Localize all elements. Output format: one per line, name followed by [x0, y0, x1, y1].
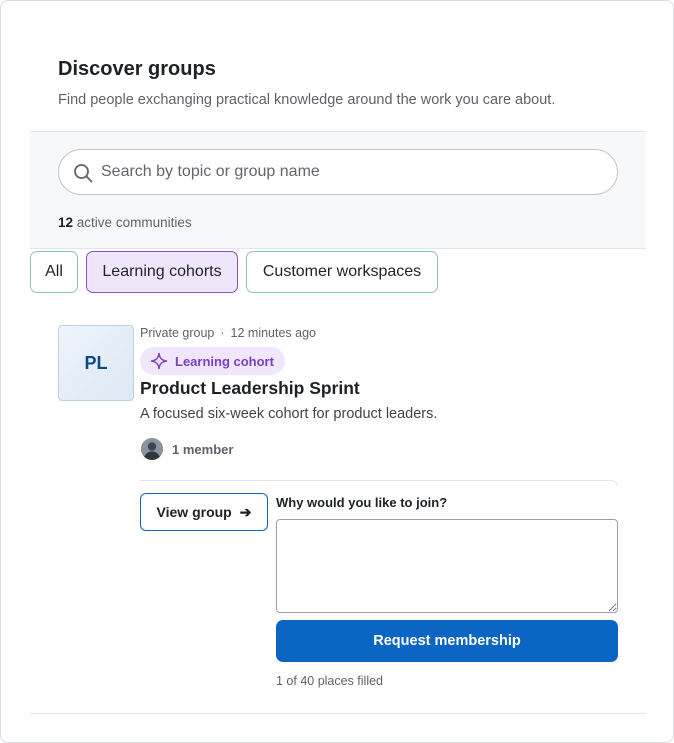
sparkle-icon: [150, 352, 168, 370]
group-type-label: Learning cohort: [175, 353, 274, 369]
filter-chip-all[interactable]: All: [30, 251, 78, 293]
search-box[interactable]: [58, 149, 618, 195]
group-name[interactable]: Product Leadership Sprint: [140, 378, 360, 399]
member-avatar: [141, 438, 163, 460]
community-count-label: active communities: [76, 215, 192, 230]
request-membership-button[interactable]: Request membership: [276, 620, 618, 662]
page-subtitle: Find people exchanging practical knowled…: [58, 92, 556, 108]
places-filled: 1 of 40 places filled: [276, 674, 384, 688]
member-count: 1 member: [172, 442, 234, 457]
discover-groups-card: Discover groups Find people exchanging p…: [0, 0, 674, 743]
group-description: A focused six-week cohort for product le…: [140, 406, 438, 422]
group-avatar[interactable]: PL: [58, 325, 134, 401]
action-divider: [140, 480, 618, 486]
group-meta: Private group · 12 minutes ago: [140, 326, 316, 340]
meta-separator: ·: [220, 326, 225, 340]
arrow-right-icon: ➔: [239, 503, 252, 520]
group-initials: PL: [84, 352, 108, 373]
group-time: 12 minutes ago: [230, 326, 317, 340]
join-reason-textarea[interactable]: [276, 519, 618, 613]
join-reason-label: Why would you like to join?: [276, 495, 448, 510]
community-count-number: 12: [58, 215, 74, 230]
filter-chip-learning-cohorts[interactable]: Learning cohorts: [86, 251, 238, 293]
filter-chip-customer-workspaces[interactable]: Customer workspaces: [246, 251, 438, 293]
member-photo-icon: [141, 438, 163, 460]
group-privacy: Private group: [140, 326, 215, 340]
search-panel: 12 active communities: [30, 131, 646, 249]
community-count: 12 active communities: [58, 215, 192, 230]
search-icon: [74, 164, 93, 183]
view-group-label: View group: [156, 504, 232, 520]
bottom-divider: [30, 713, 646, 714]
view-group-button[interactable]: View group ➔: [140, 493, 268, 531]
page-title: Discover groups: [58, 58, 216, 80]
search-input[interactable]: [101, 156, 606, 188]
group-type-badge: Learning cohort: [140, 347, 285, 375]
